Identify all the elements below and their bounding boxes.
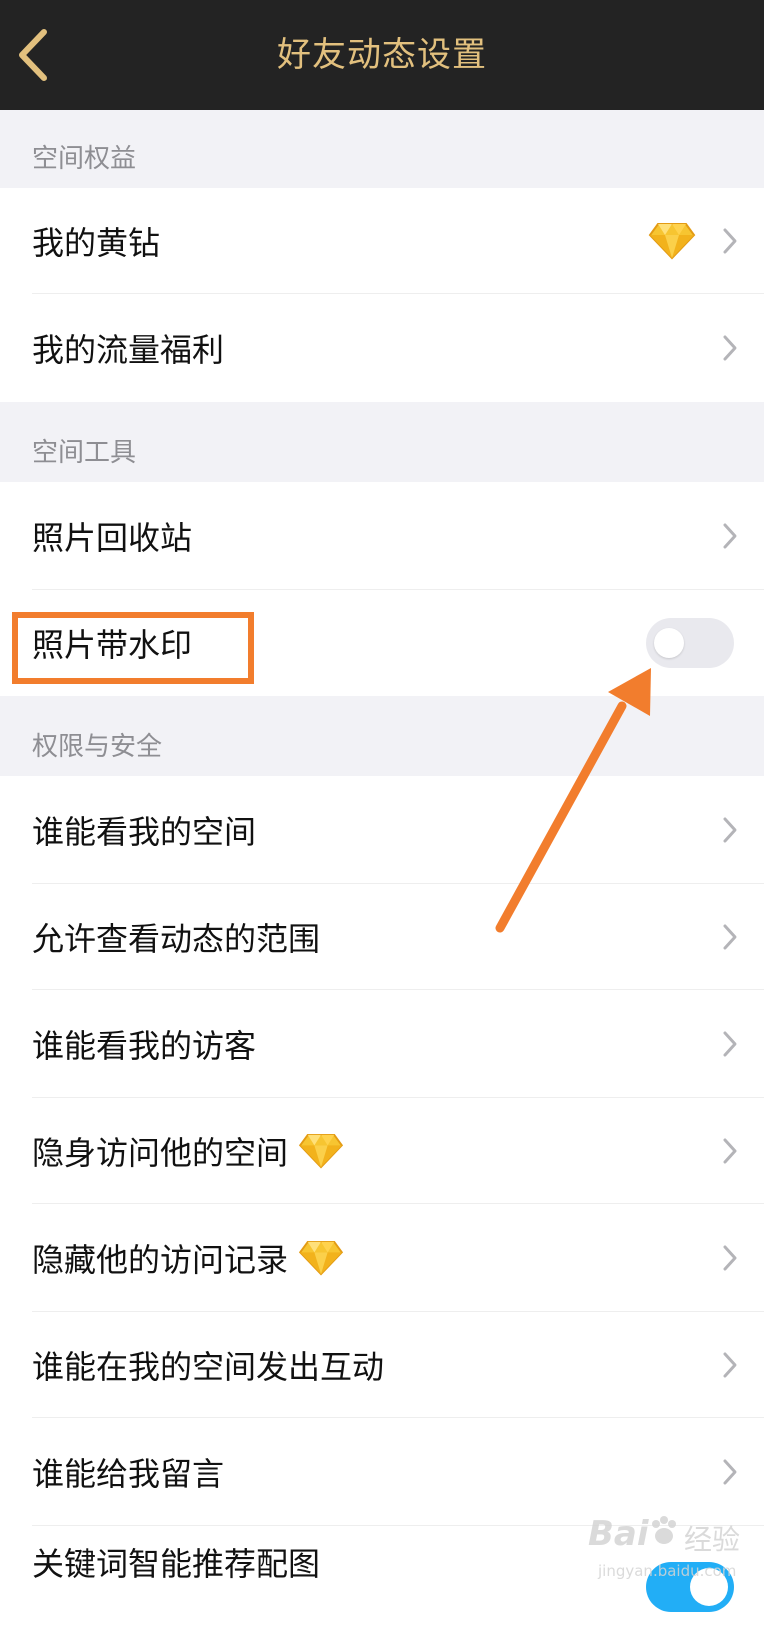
baidu-jingyan-watermark: Bai 经验 jingyan.baidu.com — [584, 1506, 764, 1596]
annotation-arrow — [495, 668, 651, 933]
paw-icon — [652, 1516, 676, 1544]
watermark-url: jingyan.baidu.com — [598, 1562, 737, 1580]
watermark-cn: 经验 — [684, 1523, 741, 1556]
watermark-logo: Bai — [588, 1514, 649, 1554]
